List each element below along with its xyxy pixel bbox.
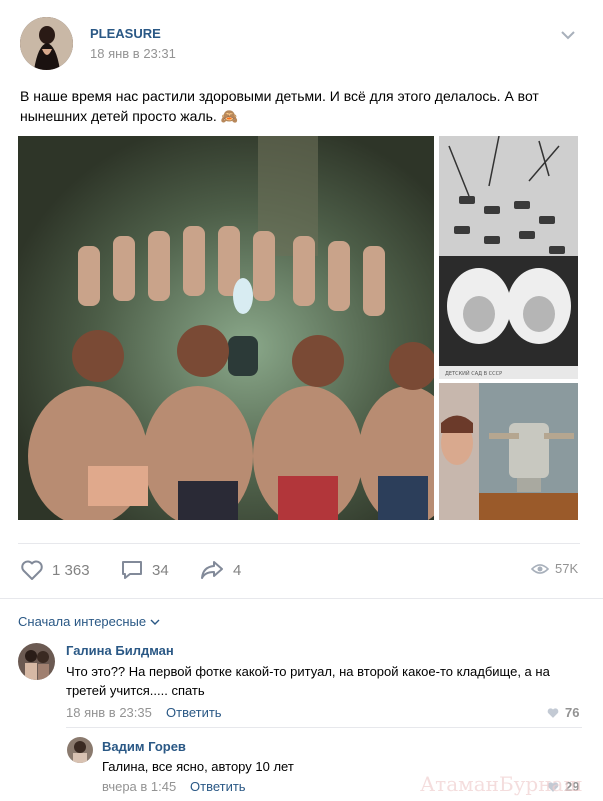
heart-icon [547,707,559,718]
comment-avatar[interactable] [18,643,55,680]
like-count: 1 363 [52,561,90,579]
reply-button[interactable]: Ответить [166,705,222,720]
reply-time[interactable]: вчера в 1:45 [102,779,176,794]
actions-divider-top [18,543,580,544]
comment-time[interactable]: 18 янв в 23:35 [66,705,152,720]
comment-button[interactable]: 34 [120,559,169,581]
share-count: 4 [233,561,242,579]
reply-author[interactable]: Вадим Горев [102,739,186,754]
author-avatar[interactable] [20,17,73,70]
post-author[interactable]: PLEASURE [90,26,161,41]
comments-sort-label: Сначала интересные [18,614,147,629]
comment-like-button[interactable]: 76 [546,705,579,720]
comment-icon [122,561,142,579]
photo-child-lamp-device[interactable] [439,383,578,520]
reply-reply-button[interactable]: Ответить [190,779,246,794]
photo-children-uv-lamp[interactable] [18,136,434,520]
photo-caption: ДЕТСКИЙ САД В СССР [445,370,502,377]
chevron-down-icon [150,619,160,625]
comment-like-count: 76 [565,705,580,720]
comment-count: 34 [152,561,169,579]
reply-text: Галина, все ясно, автору 10 лет [102,759,294,774]
comment-divider [66,727,582,728]
photo-babies-outdoors[interactable]: ДЕТСКИЙ САД В СССР [439,136,578,379]
views-count: 57K [555,561,579,576]
share-icon [201,561,223,579]
comments-sort-dropdown[interactable]: Сначала интересные [18,614,160,629]
actions-divider-bottom [0,598,603,599]
post-text: В наше время нас растили здоровыми детьм… [20,88,539,124]
eye-icon [531,563,549,574]
share-button[interactable]: 4 [199,559,241,581]
like-button[interactable]: 1 363 [20,559,90,581]
post-menu-chevron-icon[interactable] [560,28,576,40]
post-time[interactable]: 18 янв в 23:31 [90,46,176,61]
watermark: АтаманБурнаш [420,772,583,796]
views-counter: 57K [531,561,578,576]
heart-icon [21,560,43,580]
reply-avatar[interactable] [67,737,93,763]
comment-text: Что это?? На первой фотке какой-то ритуа… [66,664,550,698]
comment-author[interactable]: Галина Билдман [66,643,174,658]
